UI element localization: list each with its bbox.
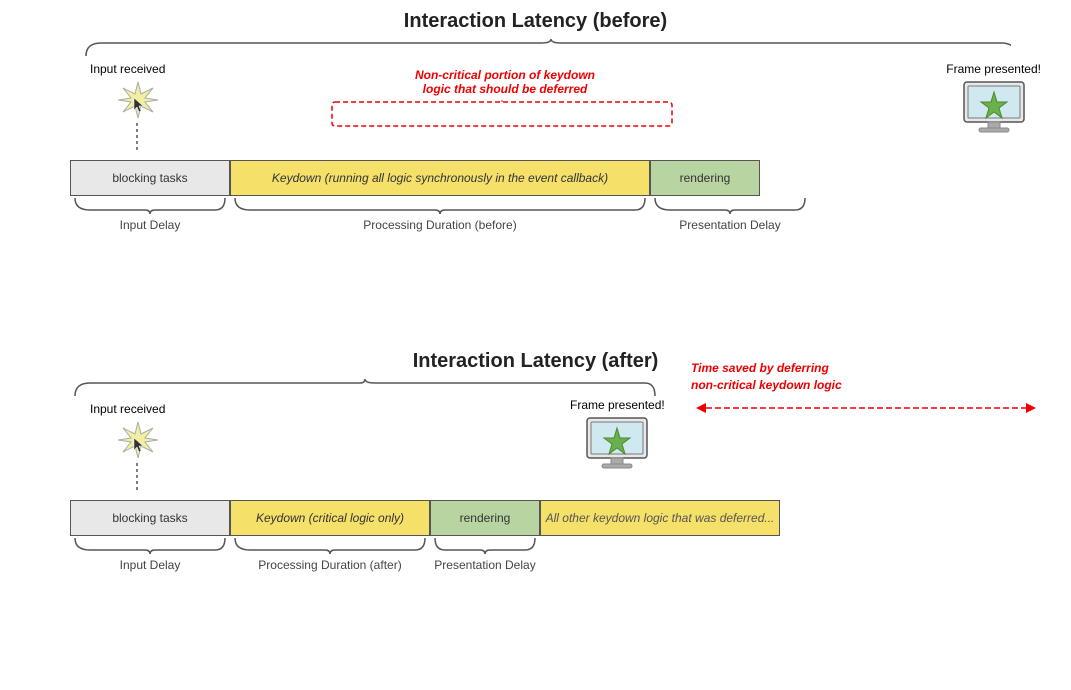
top-input-label: Input received <box>90 62 165 76</box>
bottom-processing-brace: Processing Duration (after) <box>230 536 430 572</box>
bottom-keydown-bar: Keydown (critical logic only) <box>230 500 430 536</box>
bottom-presentation-label: Presentation Delay <box>430 558 540 572</box>
top-annotation-text: Non-critical portion of keydownlogic tha… <box>320 68 690 96</box>
time-saved-arrow <box>691 398 1041 418</box>
bottom-deferred-bar: All other keydown logic that was deferre… <box>540 500 780 536</box>
top-frame-presented: Frame presented! <box>946 62 1041 138</box>
top-timeline-row: blocking tasks Keydown (running all logi… <box>70 160 760 196</box>
bottom-rendering-bar: rendering <box>430 500 540 536</box>
top-processing-brace: Processing Duration (before) <box>230 196 650 232</box>
top-input-delay-brace: Input Delay <box>70 196 230 232</box>
bottom-frame-presented: Frame presented! <box>570 398 665 474</box>
top-annotation-box: Non-critical portion of keydownlogic tha… <box>320 68 690 130</box>
top-big-brace-svg <box>81 38 1011 58</box>
bottom-timeline-row: blocking tasks Keydown (critical logic o… <box>70 500 780 536</box>
top-rendering-bar: rendering <box>650 160 760 196</box>
top-blocking-bar: blocking tasks <box>70 160 230 196</box>
bottom-input-received: Input received <box>90 402 165 496</box>
top-diagram: Interaction Latency (before) Input recei… <box>0 10 1071 41</box>
top-title: Interaction Latency (before) <box>0 10 1071 33</box>
bottom-processing-label: Processing Duration (after) <box>230 558 430 572</box>
top-input-dotted-line <box>136 123 138 153</box>
bottom-frame-label: Frame presented! <box>570 398 665 412</box>
bottom-diagram: Interaction Latency (after) Time saved b… <box>0 350 1071 381</box>
top-input-received: Input received <box>90 62 165 156</box>
bottom-blocking-bar: blocking tasks <box>70 500 230 536</box>
bottom-input-label: Input received <box>90 402 165 416</box>
time-saved-label: Time saved by deferringnon-critical keyd… <box>691 360 1041 394</box>
top-burst-icon <box>100 80 175 123</box>
top-presentation-label: Presentation Delay <box>650 218 810 232</box>
bottom-input-delay-brace: Input Delay <box>70 536 230 572</box>
bottom-presentation-brace: Presentation Delay <box>430 536 540 572</box>
bottom-big-brace-svg <box>70 378 660 398</box>
bottom-monitor-icon <box>582 416 652 471</box>
top-monitor-icon <box>959 80 1029 135</box>
top-keydown-bar: Keydown (running all logic synchronously… <box>230 160 650 196</box>
bottom-input-dotted-line <box>136 463 138 493</box>
bottom-input-delay-label: Input Delay <box>70 558 230 572</box>
bottom-burst-icon <box>100 420 175 463</box>
top-input-delay-label: Input Delay <box>70 218 230 232</box>
top-presentation-brace: Presentation Delay <box>650 196 810 232</box>
top-frame-label: Frame presented! <box>946 62 1041 76</box>
time-saved-annotation: Time saved by deferringnon-critical keyd… <box>691 360 1041 418</box>
top-processing-label: Processing Duration (before) <box>230 218 650 232</box>
